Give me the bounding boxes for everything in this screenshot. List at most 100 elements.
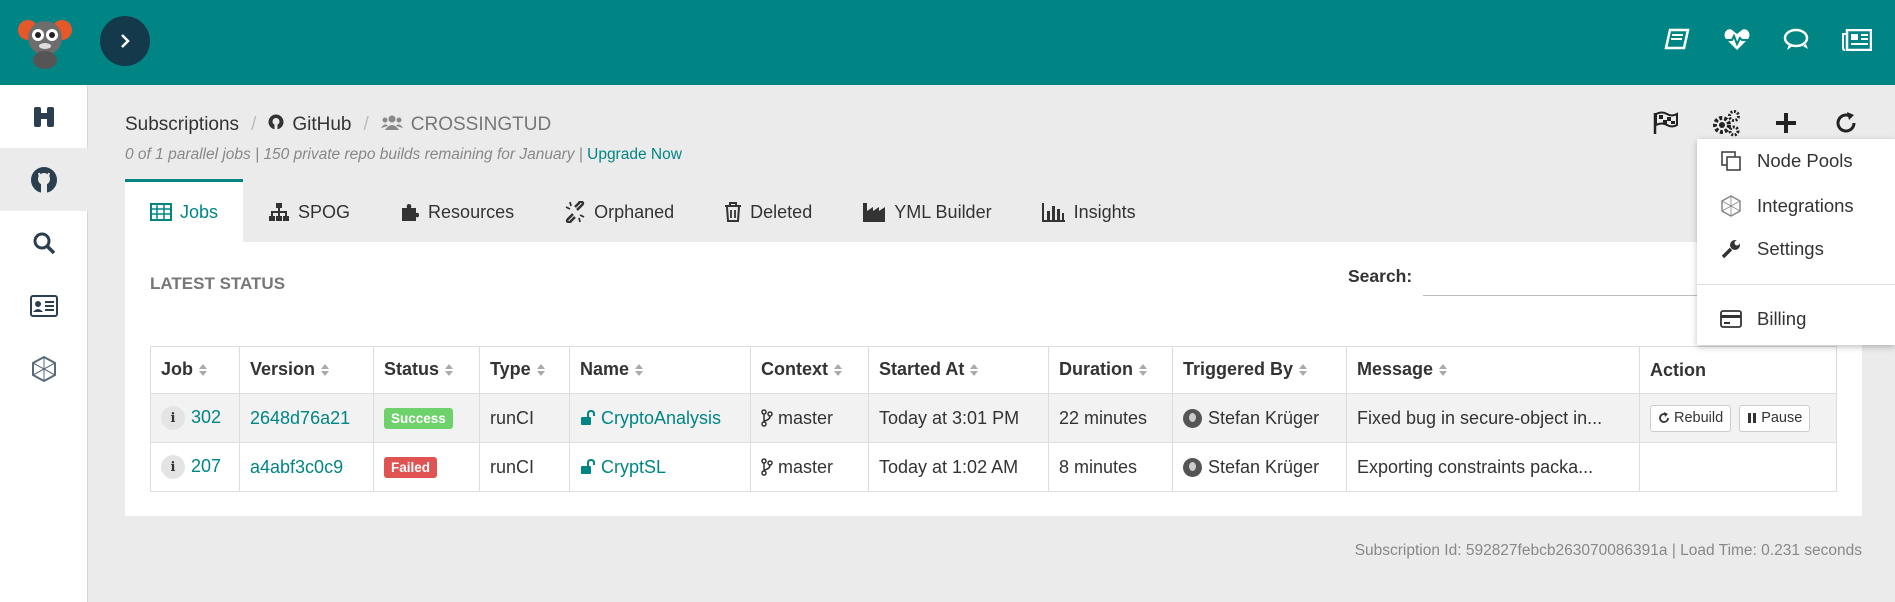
cell-started-at: Today at 3:01 PM <box>868 393 1049 443</box>
jobs-table: Job Version Status Type Name Context Sta… <box>150 346 1837 492</box>
unlink-icon <box>565 201 585 223</box>
tab-yml-builder[interactable]: YML Builder <box>837 179 1016 242</box>
cell-context: master <box>750 393 869 443</box>
book-icon[interactable] <box>1659 22 1695 58</box>
menu-item-node-pools[interactable]: Node Pools <box>1697 141 1895 181</box>
industry-icon <box>863 203 886 222</box>
sort-icon <box>1139 360 1147 381</box>
column-header-status[interactable]: Status <box>373 346 480 394</box>
tab-insights[interactable]: Insights <box>1017 179 1161 242</box>
sort-icon <box>536 360 545 381</box>
logo-icon[interactable] <box>16 12 74 70</box>
refresh-icon <box>1659 412 1669 423</box>
cell-triggered-by: Stefan Krüger <box>1172 393 1347 443</box>
column-header-started-at[interactable]: Started At <box>868 346 1049 394</box>
version-link[interactable]: a4abf3c0c9 <box>250 457 343 477</box>
column-header-version[interactable]: Version <box>239 346 374 394</box>
gears-icon[interactable] <box>1708 108 1744 138</box>
column-header-name[interactable]: Name <box>569 346 751 394</box>
menu-item-label: Settings <box>1757 238 1824 259</box>
breadcrumb: Subscriptions / GitHub / CROSSINGTUD <box>125 114 551 136</box>
cell-context: master <box>750 442 869 492</box>
unlock-icon <box>581 409 595 425</box>
tab-label: Orphaned <box>594 201 675 222</box>
breadcrumb-separator: / <box>363 114 369 135</box>
pipeline-name-link[interactable]: CryptSL <box>601 457 666 477</box>
sidebar-item-github[interactable] <box>0 148 88 211</box>
binoculars-icon <box>34 106 54 127</box>
cell-type: runCI <box>479 393 570 443</box>
menu-item-settings[interactable]: Settings <box>1697 229 1895 269</box>
sort-icon <box>1299 360 1308 381</box>
settings-dropdown-menu: Node Pools Integrations Settings Billing <box>1697 139 1895 345</box>
refresh-icon[interactable] <box>1828 108 1864 138</box>
column-header-job[interactable]: Job <box>150 346 240 394</box>
sidebar-item-profile[interactable] <box>0 274 88 337</box>
column-header-message[interactable]: Message <box>1346 346 1640 394</box>
sort-icon <box>834 360 842 381</box>
top-icons <box>1659 22 1875 58</box>
tab-label: Jobs <box>180 201 219 222</box>
tab-deleted[interactable]: Deleted <box>699 179 837 242</box>
sidebar-item-search[interactable] <box>0 211 88 274</box>
sidebar-toggle-button[interactable] <box>100 16 150 66</box>
menu-item-integrations[interactable]: Integrations <box>1697 186 1895 226</box>
job-number-link[interactable]: 207 <box>191 456 221 476</box>
job-number-link[interactable]: 302 <box>191 407 221 427</box>
info-icon[interactable]: i <box>161 455 185 479</box>
sidebar <box>0 85 88 602</box>
tab-resources[interactable]: Resources <box>375 179 539 242</box>
branch-name: master <box>778 407 834 428</box>
newspaper-icon[interactable] <box>1839 22 1875 58</box>
users-icon <box>380 114 403 136</box>
sort-icon <box>199 360 208 381</box>
breadcrumb-subscriptions[interactable]: Subscriptions <box>125 114 239 136</box>
tab-jobs[interactable]: Jobs <box>125 179 244 242</box>
pipeline-name-link[interactable]: CryptoAnalysis <box>601 408 721 428</box>
heartbeat-icon[interactable] <box>1719 22 1755 58</box>
tab-spog[interactable]: SPOG <box>243 179 375 242</box>
cell-message: Exporting constraints packa... <box>1346 442 1640 492</box>
tab-label: Insights <box>1073 201 1136 222</box>
tab-orphaned[interactable]: Orphaned <box>539 179 699 242</box>
code-branch-icon <box>761 457 773 476</box>
wrench-icon <box>1719 237 1743 261</box>
search-icon <box>33 232 56 254</box>
breadcrumb-org: CROSSINGTUD <box>410 114 552 135</box>
column-header-type[interactable]: Type <box>479 346 570 394</box>
sort-icon <box>445 360 454 381</box>
search-input[interactable] <box>1423 256 1743 296</box>
cell-started-at: Today at 1:02 AM <box>868 442 1049 492</box>
rebuild-button[interactable]: Rebuild <box>1650 404 1732 432</box>
column-header-triggered-by[interactable]: Triggered By <box>1172 346 1347 394</box>
table-header-row: Job Version Status Type Name Context Sta… <box>150 346 1837 394</box>
unlock-icon <box>581 458 595 474</box>
version-link[interactable]: 2648d76a21 <box>250 408 350 428</box>
panel-title: LATEST STATUS <box>150 274 286 293</box>
breadcrumb-separator: / <box>251 114 257 135</box>
credit-card-icon <box>1719 307 1743 331</box>
column-header-context[interactable]: Context <box>750 346 869 394</box>
tab-bar: Jobs SPOG Resources Orphaned Deleted YML… <box>125 179 1161 242</box>
upgrade-now-link[interactable]: Upgrade Now <box>587 146 682 163</box>
breadcrumb-github[interactable]: GitHub <box>292 114 351 136</box>
comments-icon[interactable] <box>1779 22 1815 58</box>
sidebar-item-explore[interactable] <box>0 85 88 148</box>
cell-version: a4abf3c0c9 <box>239 442 374 492</box>
plus-icon[interactable] <box>1768 108 1804 138</box>
pause-button[interactable]: Pause <box>1739 404 1811 432</box>
flag-checkered-icon[interactable] <box>1648 108 1684 138</box>
hexagon-icon <box>1719 194 1743 218</box>
sitemap-icon <box>269 203 290 221</box>
sort-icon <box>635 360 644 381</box>
info-icon[interactable]: i <box>161 406 185 430</box>
code-branch-icon <box>761 408 773 427</box>
avatar <box>1183 458 1202 478</box>
column-header-duration[interactable]: Duration <box>1048 346 1173 394</box>
menu-item-billing[interactable]: Billing <box>1697 299 1895 339</box>
sidebar-item-integrations[interactable] <box>0 337 88 400</box>
tab-label: Deleted <box>750 201 813 222</box>
page-actions <box>1648 108 1864 138</box>
sort-icon <box>321 360 330 381</box>
cell-job: i 302 <box>150 393 240 443</box>
